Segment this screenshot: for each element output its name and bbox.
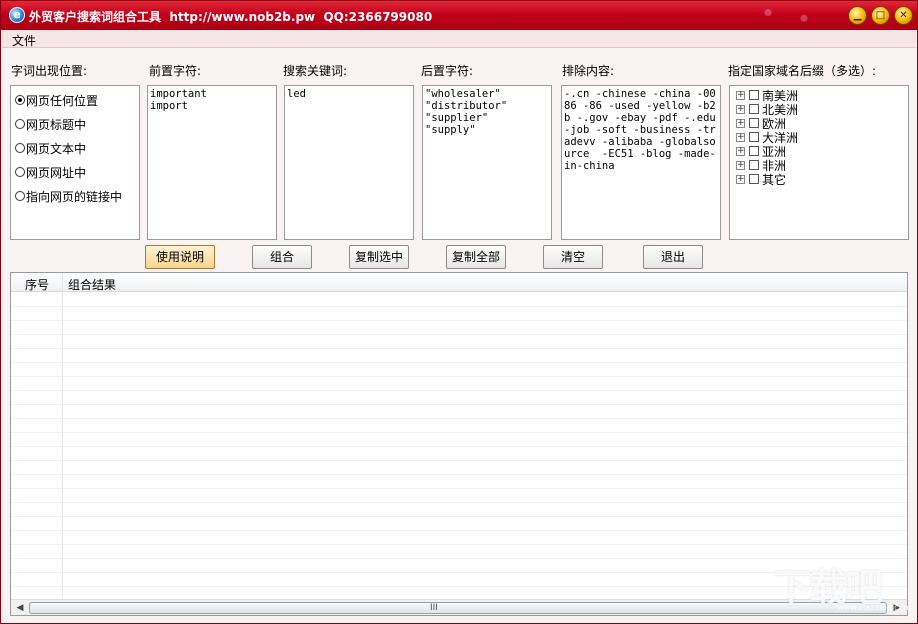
grid-line: [11, 404, 907, 405]
watermark-url: www.xiazaiba.com: [837, 603, 912, 612]
grip-icon: III: [430, 603, 438, 613]
radio-option-link[interactable]: 指向网页的链接中: [15, 188, 122, 204]
ie-globe-icon: e: [9, 7, 25, 23]
menu-bar: 文件: [2, 30, 916, 48]
checkbox[interactable]: [749, 90, 759, 100]
exit-button[interactable]: 退出: [643, 245, 703, 269]
title-ornament: [741, 1, 831, 30]
grid-line: [11, 362, 907, 363]
grid-line: [11, 516, 907, 517]
radio-label: 网页网址中: [26, 165, 87, 180]
expand-icon[interactable]: +: [736, 174, 745, 184]
radio-option-title[interactable]: 网页标题中: [15, 116, 86, 132]
radio-label: 网页标题中: [26, 117, 87, 132]
expand-icon[interactable]: +: [736, 118, 745, 128]
column-header-result[interactable]: 组合结果: [68, 276, 116, 293]
copy-selected-button[interactable]: 复制选中: [349, 245, 409, 269]
maximize-button[interactable]: □: [871, 6, 890, 25]
grid-line: [11, 348, 907, 349]
radio-option-anywhere[interactable]: 网页任何位置: [15, 92, 98, 108]
window-title: 外贸客户搜索词组合工具 http://www.nob2b.pw QQ:23667…: [29, 10, 433, 24]
position-label: 字词出现位置:: [11, 64, 88, 78]
checkbox[interactable]: [749, 174, 759, 184]
clear-button[interactable]: 清空: [543, 245, 603, 269]
country-label: 指定国家域名后缀（多选）:: [728, 64, 877, 78]
column-divider: [62, 273, 63, 598]
grid-line: [11, 320, 907, 321]
radio-button[interactable]: [15, 167, 25, 177]
radio-option-text[interactable]: 网页文本中: [15, 140, 86, 156]
grid-line: [11, 544, 907, 545]
help-button[interactable]: 使用说明: [145, 245, 215, 269]
radio-label: 网页文本中: [26, 141, 87, 156]
radio-option-url[interactable]: 网页网址中: [15, 164, 86, 180]
grid-line: [11, 474, 907, 475]
expand-icon[interactable]: +: [736, 160, 745, 170]
expand-icon[interactable]: +: [736, 104, 745, 114]
exclude-label: 排除内容:: [562, 64, 615, 78]
grid-line: [11, 306, 907, 307]
expand-icon[interactable]: +: [736, 146, 745, 156]
grid-line: [11, 446, 907, 447]
title-bar[interactable]: e 外贸客户搜索词组合工具 http://www.nob2b.pw QQ:236…: [1, 1, 917, 30]
column-header-index[interactable]: 序号: [25, 276, 49, 293]
country-tree: + 南美洲 + 北美洲 + 欧洲 + 大洋洲 + 亚洲 + 非洲 + 其它: [729, 85, 909, 240]
grid-line: [11, 418, 907, 419]
grid-line: [11, 390, 907, 391]
grid-line: [11, 376, 907, 377]
combine-button[interactable]: 组合: [252, 245, 312, 269]
minimize-button[interactable]: ▁: [848, 6, 867, 25]
radio-button[interactable]: [15, 191, 25, 201]
radio-button[interactable]: [15, 95, 25, 105]
results-header: 序号 组合结果: [11, 273, 907, 293]
checkbox[interactable]: [749, 118, 759, 128]
grid-line: [11, 334, 907, 335]
radio-label: 指向网页的链接中: [26, 189, 123, 204]
tree-item-other[interactable]: + 其它: [736, 172, 787, 187]
radio-label: 网页任何位置: [26, 93, 99, 108]
grid-line: [11, 432, 907, 433]
checkbox[interactable]: [749, 160, 759, 170]
menu-file[interactable]: 文件: [12, 32, 36, 49]
checkbox[interactable]: [749, 132, 759, 142]
suffix-label: 后置字符:: [421, 64, 474, 78]
tree-item-label: 其它: [762, 172, 787, 187]
prefix-label: 前置字符:: [149, 64, 202, 78]
checkbox[interactable]: [749, 104, 759, 114]
keyword-textarea[interactable]: led: [284, 85, 414, 240]
expand-icon[interactable]: +: [736, 132, 745, 142]
main-window: e 外贸客户搜索词组合工具 http://www.nob2b.pw QQ:236…: [0, 0, 918, 624]
grid-line: [11, 488, 907, 489]
grid-line: [11, 460, 907, 461]
scroll-left-icon[interactable]: ◀: [14, 602, 26, 614]
grid-line: [11, 502, 907, 503]
keyword-label: 搜索关键词:: [283, 64, 348, 78]
scroll-thumb[interactable]: III: [29, 602, 887, 614]
exclude-textarea[interactable]: -.cn -chinese -china -0086 -86 -used -ye…: [561, 85, 721, 240]
prefix-textarea[interactable]: important import: [147, 85, 277, 240]
copy-all-button[interactable]: 复制全部: [446, 245, 506, 269]
close-button[interactable]: ✕: [894, 6, 913, 25]
grid-line: [11, 530, 907, 531]
position-radio-group: 网页任何位置 网页标题中 网页文本中 网页网址中 指向网页的链接中: [10, 85, 140, 240]
radio-button[interactable]: [15, 143, 25, 153]
checkbox[interactable]: [749, 146, 759, 156]
expand-icon[interactable]: +: [736, 90, 745, 100]
suffix-textarea[interactable]: "wholesaler" "distributor" "supplier" "s…: [422, 85, 552, 240]
radio-button[interactable]: [15, 119, 25, 129]
